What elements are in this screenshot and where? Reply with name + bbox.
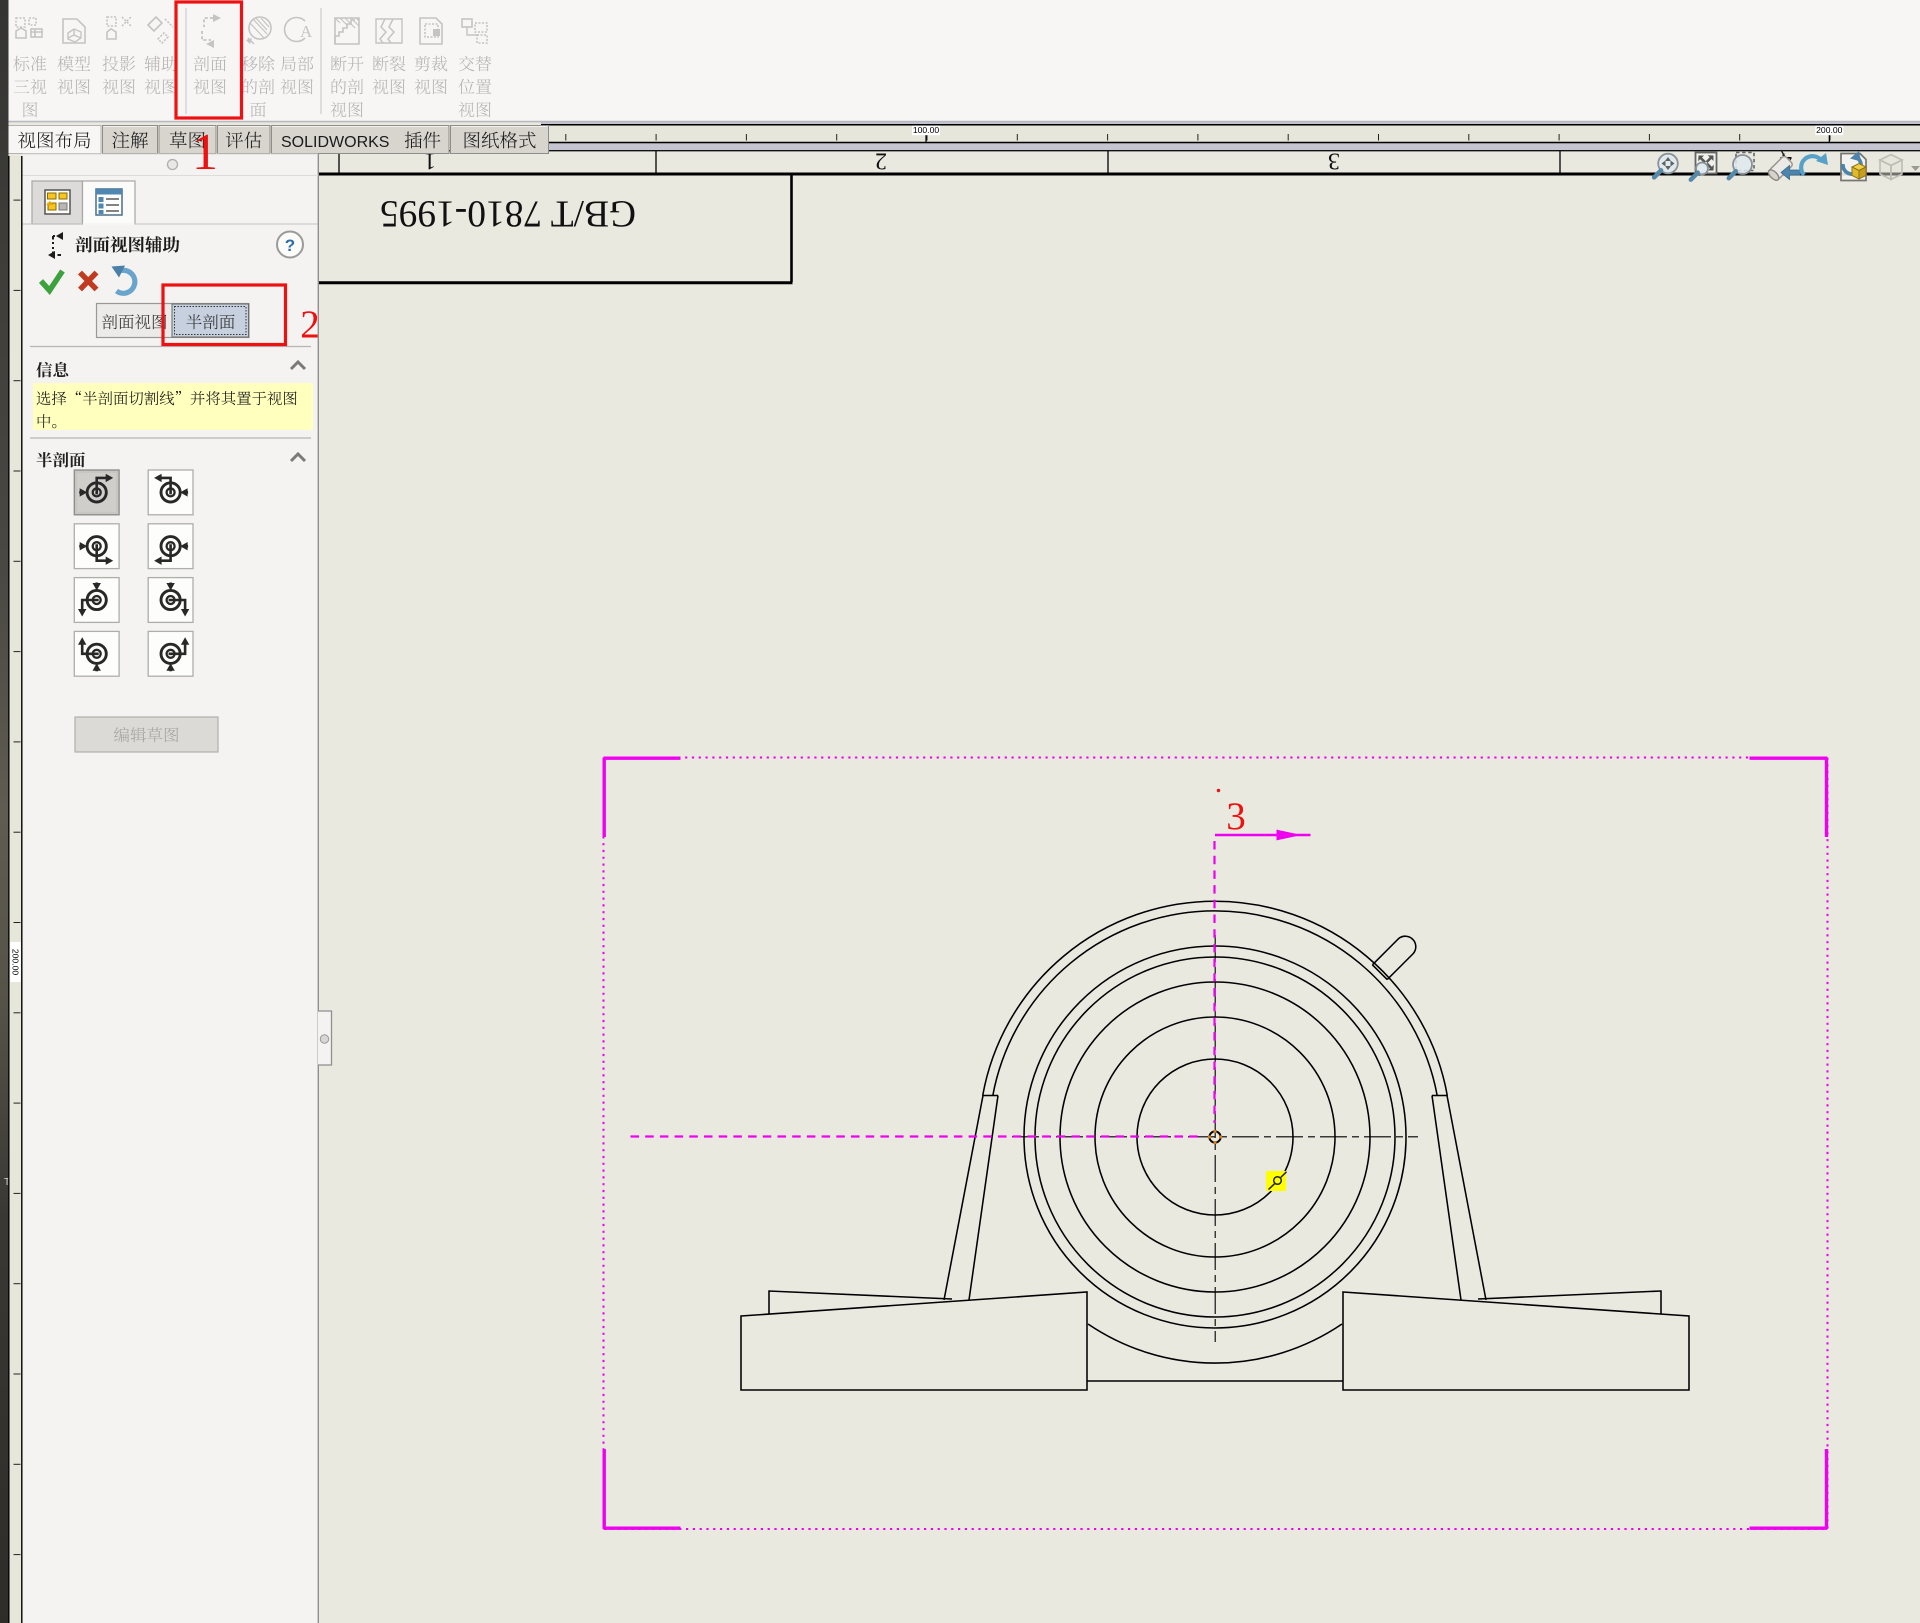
svg-text:2: 2 <box>875 148 887 174</box>
svg-text:200.00: 200.00 <box>1816 125 1843 135</box>
svg-text:GB/T 7810-1995: GB/T 7810-1995 <box>380 193 636 235</box>
svg-text:SOLIDWORKS: SOLIDWORKS <box>281 134 389 151</box>
svg-text:3: 3 <box>1328 148 1340 174</box>
svg-text:3: 3 <box>1226 795 1246 838</box>
svg-text:2: 2 <box>300 303 320 346</box>
svg-text:A: A <box>300 22 313 41</box>
svg-text:1: 1 <box>192 124 218 181</box>
svg-text:100.00: 100.00 <box>913 125 940 135</box>
svg-text:?: ? <box>285 236 295 255</box>
svg-text:200.00: 200.00 <box>11 949 21 976</box>
